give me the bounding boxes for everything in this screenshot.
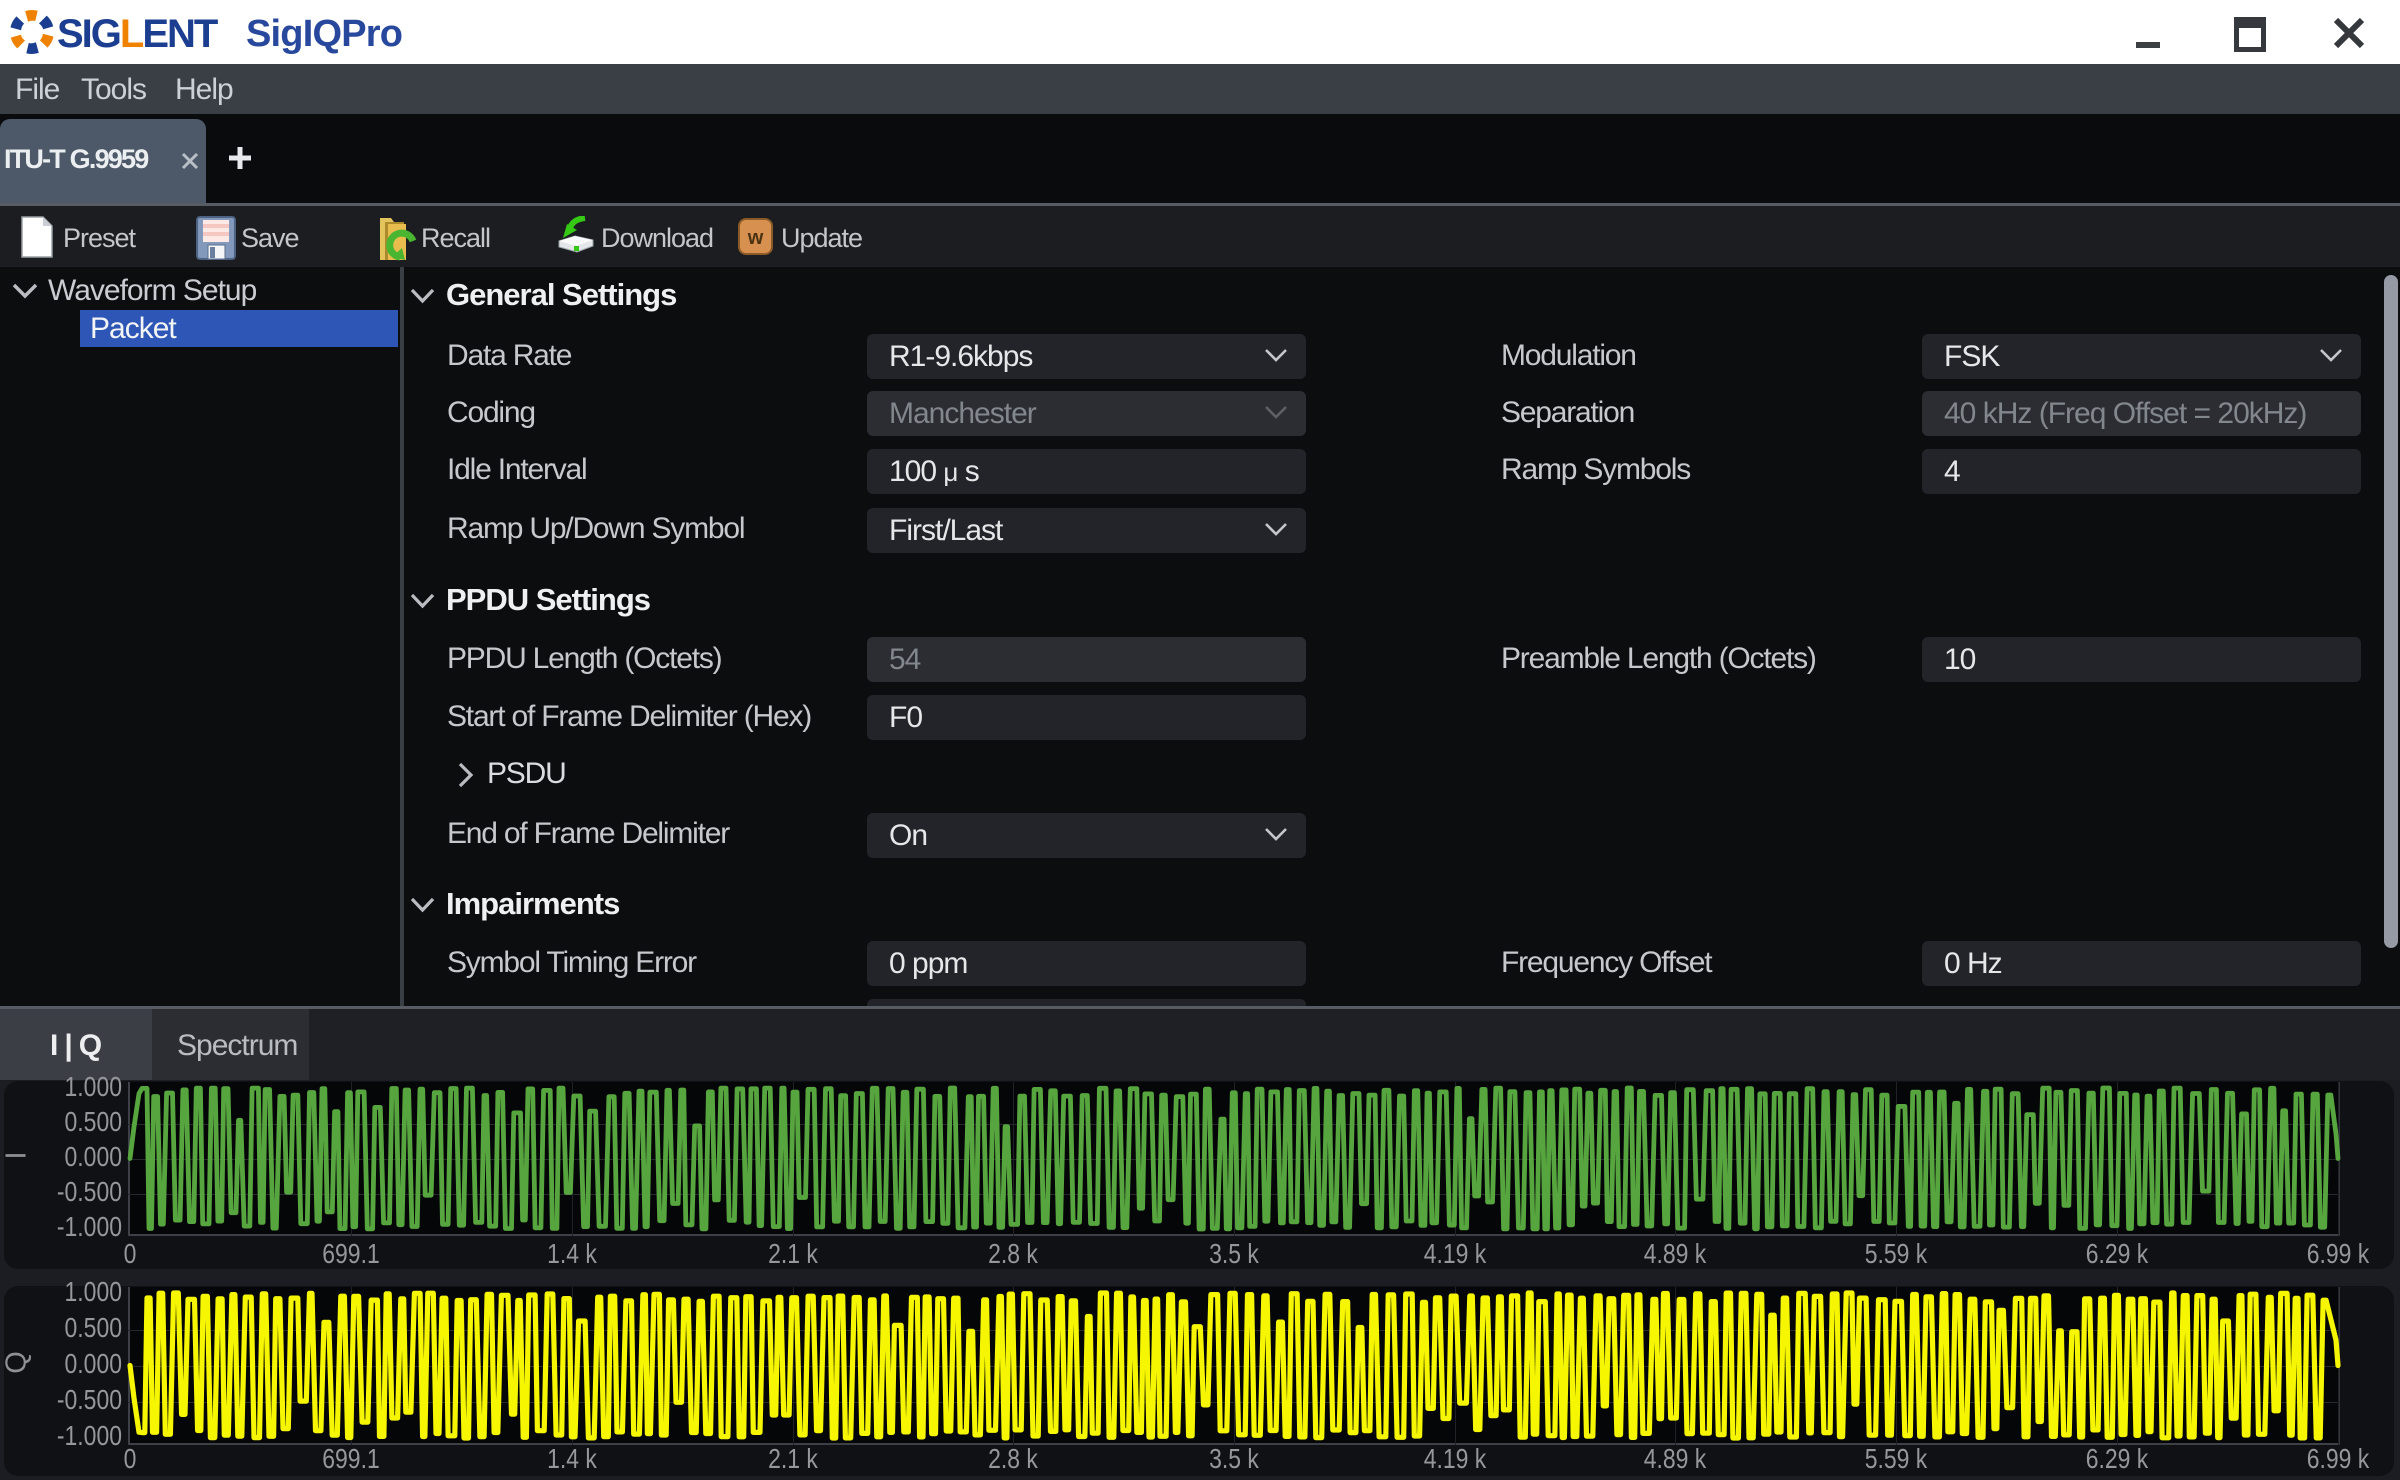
svg-text:w: w xyxy=(747,227,764,249)
